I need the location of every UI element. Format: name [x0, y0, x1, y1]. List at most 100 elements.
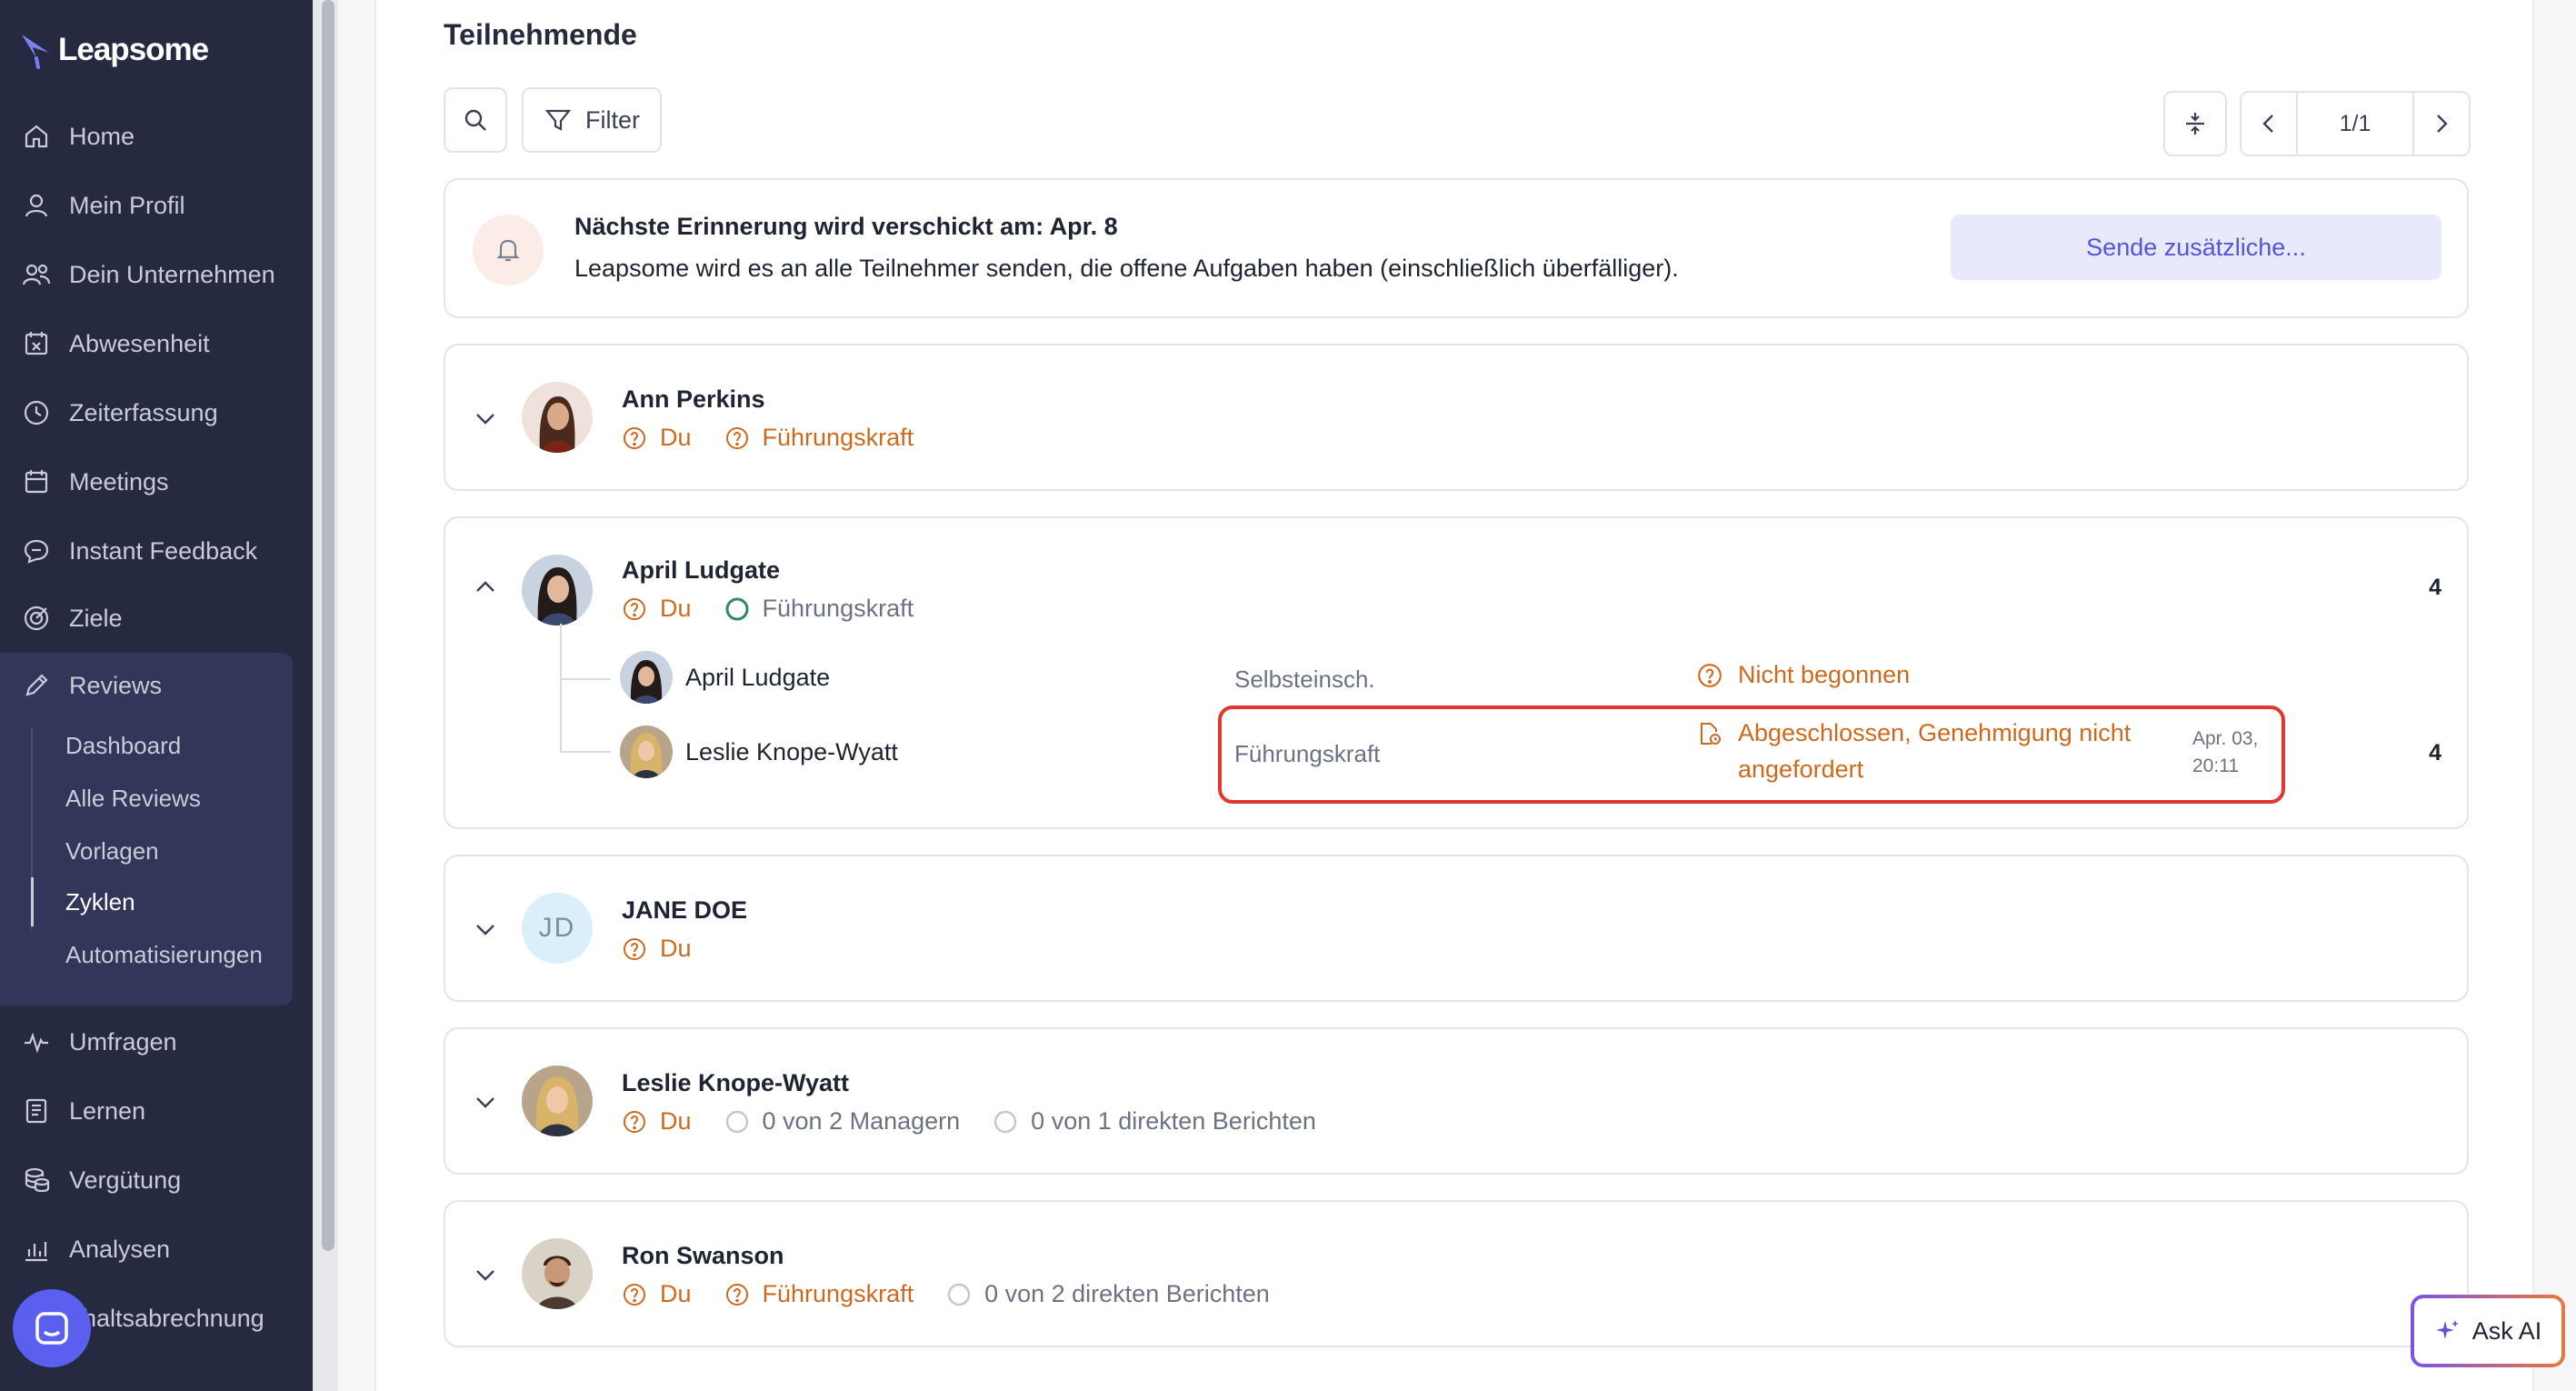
chat-support-icon [35, 1312, 68, 1345]
sidebar-item-label: Abwesenheit [69, 329, 210, 357]
sidebar-subitem-cycles[interactable]: Zyklen [65, 878, 135, 926]
participant-card: Ron Swanson Du Führungskraft 0 von 2 dir… [444, 1200, 2469, 1347]
filter-button[interactable]: Filter [522, 87, 662, 153]
sidebar-item-meetings[interactable]: Meetings [22, 455, 169, 509]
book-icon [25, 1098, 47, 1124]
question-circle-icon [725, 426, 748, 449]
sidebar-item-learning[interactable]: Lernen [22, 1084, 145, 1138]
avatar-photo [620, 651, 673, 704]
page-indicator: 1/1 [2339, 110, 2371, 136]
send-additional-button[interactable]: Sende zusätzliche... [1951, 215, 2441, 280]
question-circle-icon [624, 1110, 645, 1133]
avatar [522, 555, 593, 625]
participant-name[interactable]: Leslie Knope-Wyatt [622, 1069, 849, 1097]
status-chip: Du [622, 1280, 692, 1308]
status-chip: Du [622, 1107, 692, 1136]
status-chip: Du [622, 595, 692, 623]
ask-ai-button[interactable]: Ask AI [2411, 1295, 2565, 1367]
status-chip: Du [622, 935, 692, 963]
sidebar-item-label: Meetings [69, 467, 169, 495]
question-circle-icon [624, 426, 645, 449]
avatar-photo [620, 726, 673, 778]
sidebar-scrollbar-thumb[interactable] [322, 0, 334, 1251]
leapsome-logo-icon [22, 35, 49, 69]
sidebar-item-surveys[interactable]: Umfragen [22, 1015, 177, 1069]
users-icon [22, 264, 51, 285]
pencil-icon [25, 674, 48, 696]
sidebar-item-compensation[interactable]: Vergütung [22, 1153, 181, 1207]
avatar [522, 1066, 593, 1136]
submenu-active-marker [31, 877, 34, 926]
participant-card: Leslie Knope-Wyatt Du 0 von 2 Managern 0… [444, 1027, 2469, 1175]
filter-icon [544, 109, 572, 131]
participant-chips: Du Führungskraft 0 von 2 direkten Berich… [622, 1280, 1270, 1308]
sidebar-item-payroll[interactable]: ehaltsabrechnung [69, 1291, 265, 1346]
sidebar-item-company[interactable]: Dein Unternehmen [22, 247, 275, 302]
sidebar-item-home[interactable]: Home [22, 109, 135, 164]
participant-name[interactable]: Ron Swanson [622, 1242, 784, 1270]
review-count: 4 [2429, 575, 2441, 600]
participant-chips: Du 0 von 2 Managern 0 von 1 direkten Ber… [622, 1107, 1316, 1136]
next-page-button[interactable] [2411, 93, 2469, 155]
reviewer-name[interactable]: Leslie Knope-Wyatt [685, 738, 898, 766]
sidebar-item-analytics[interactable]: Analysen [22, 1222, 170, 1276]
avatar [522, 1238, 593, 1309]
search-button[interactable] [444, 87, 507, 153]
sidebar-subitem-all-reviews[interactable]: Alle Reviews [65, 775, 201, 822]
page-title: Teilnehmende [444, 18, 637, 51]
chevron-down-icon[interactable] [471, 1087, 500, 1116]
target-icon [24, 605, 49, 631]
sidebar-item-goals[interactable]: Ziele [22, 591, 123, 645]
tree-connector [560, 678, 611, 680]
collapse-all-button[interactable] [2163, 91, 2227, 156]
participant-name[interactable]: April Ludgate [622, 556, 780, 585]
chevron-down-icon[interactable] [471, 1260, 500, 1289]
sidebar-item-absence[interactable]: Abwesenheit [22, 316, 210, 371]
participant-chips: Du [622, 935, 692, 963]
support-chat-button[interactable] [13, 1289, 91, 1367]
chevron-down-icon[interactable] [471, 404, 500, 433]
reviewer-name[interactable]: April Ludgate [685, 664, 830, 692]
participant-name[interactable]: Ann Perkins [622, 385, 765, 414]
avatar-photo [522, 1066, 593, 1136]
user-icon [25, 194, 48, 217]
status-chip: 0 von 2 direkten Berichten [946, 1280, 1270, 1308]
sidebar-item-label: ehaltsabrechnung [69, 1304, 265, 1332]
chevron-down-icon[interactable] [471, 915, 500, 944]
sidebar-subitem-automations[interactable]: Automatisierungen [65, 931, 263, 978]
review-count: 4 [2429, 740, 2441, 766]
sidebar-item-label: Ziele [69, 604, 123, 632]
review-status: Nicht begonnen [1696, 656, 1910, 693]
sidebar-item-instant-feedback[interactable]: Instant Feedback [22, 524, 257, 578]
participant-name[interactable]: JANE DOE [622, 896, 747, 925]
sidebar-item-label: Mein Profil [69, 191, 185, 219]
sidebar-item-label: Home [69, 122, 135, 150]
tree-connector [560, 624, 562, 753]
sparkle-icon [2435, 1320, 2459, 1339]
filter-label: Filter [585, 105, 640, 134]
clock-icon [24, 400, 49, 425]
calendar-icon [25, 470, 48, 494]
chevron-up-icon[interactable] [471, 573, 500, 602]
participant-chips: Du Führungskraft [622, 595, 914, 623]
question-circle-icon [624, 597, 645, 620]
left-gutter [338, 0, 376, 1391]
sidebar-item-time-tracking[interactable]: Zeiterfassung [22, 385, 218, 440]
sidebar-subitem-dashboard[interactable]: Dashboard [65, 722, 181, 769]
sidebar-item-profile[interactable]: Mein Profil [22, 178, 185, 233]
sidebar-subitem-templates[interactable]: Vorlagen [65, 827, 159, 875]
participant-chips: Du Führungskraft [622, 424, 914, 452]
sidebar-item-reviews[interactable]: Reviews [22, 658, 162, 713]
empty-circle-icon [725, 1110, 748, 1133]
status-chip: Führungskraft [724, 424, 914, 452]
circle-green-icon [725, 597, 749, 620]
pulse-icon [25, 1032, 48, 1054]
prev-page-button[interactable] [2242, 93, 2298, 155]
chart-icon [25, 1242, 47, 1262]
sidebar-item-label: Vergütung [69, 1166, 182, 1194]
brand-logo[interactable]: Leapsome [18, 27, 209, 73]
question-circle-icon [624, 1283, 645, 1306]
avatar-photo [522, 555, 593, 625]
chevron-right-icon [2437, 115, 2448, 133]
status-chip: Führungskraft [724, 595, 914, 623]
